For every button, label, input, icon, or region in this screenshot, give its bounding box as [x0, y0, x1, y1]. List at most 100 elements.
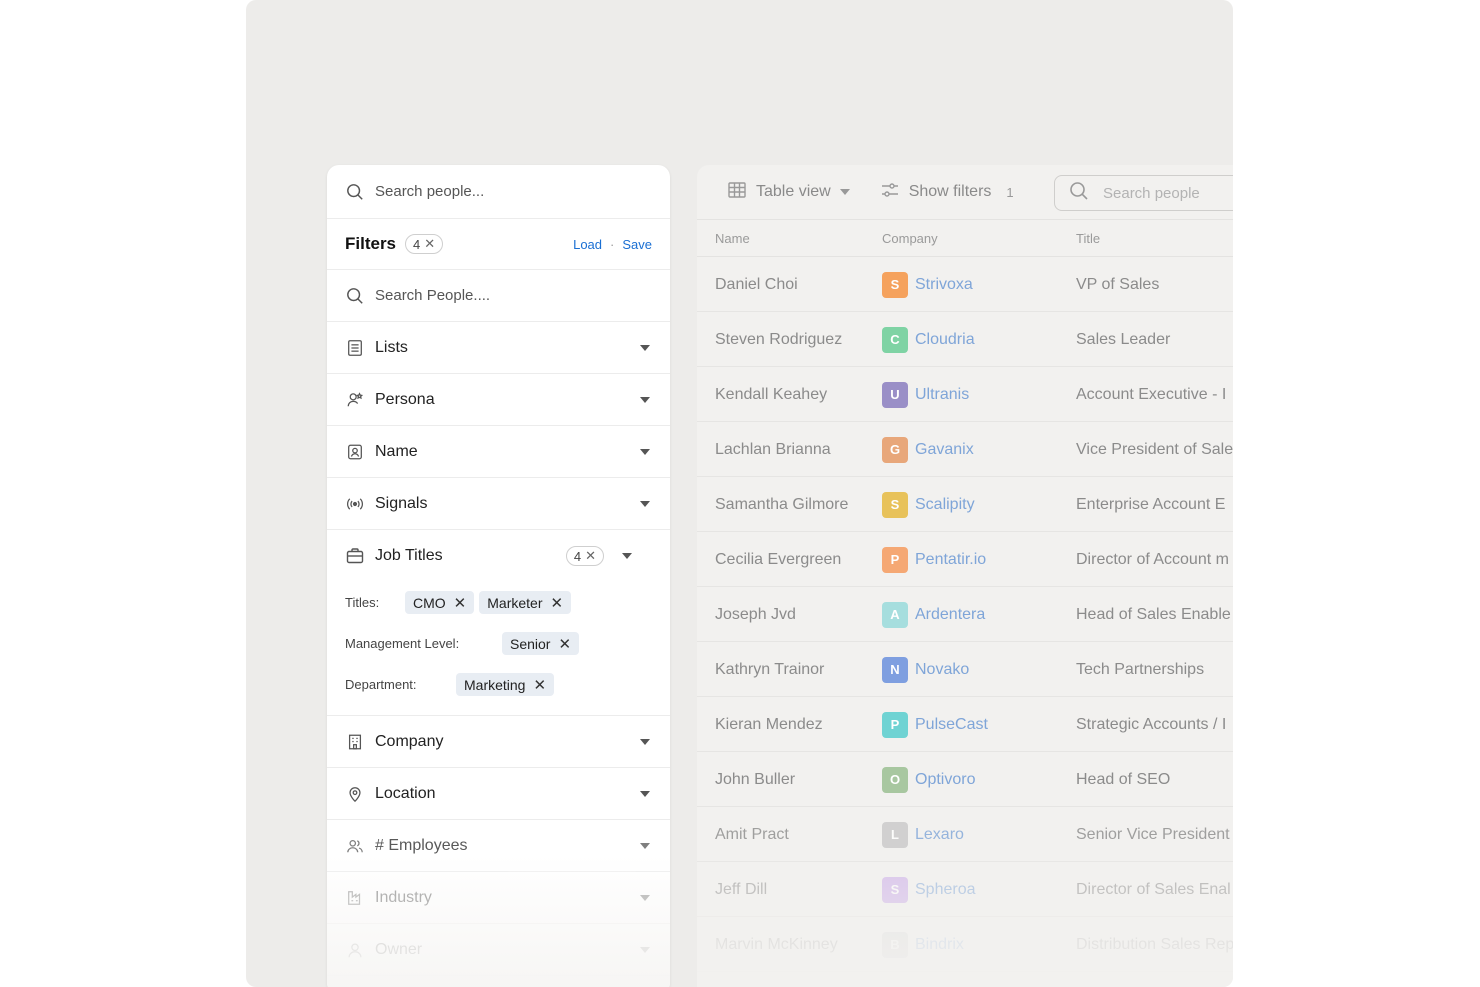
cell-company[interactable]: O Optivoro — [882, 752, 975, 807]
cell-name: Amit Pract — [715, 825, 789, 843]
filter-item-company[interactable]: Company — [327, 716, 670, 768]
table-row[interactable]: Steven Rodriguez C Cloudria Sales Leader — [697, 312, 1233, 367]
filter-item-label: Owner — [375, 940, 423, 958]
chevron-down-icon[interactable] — [640, 946, 650, 953]
table-row[interactable]: Marvin McKinney B Bindrix Distribution Sale… — [697, 917, 1233, 972]
cell-name: Steven Rodriguez — [715, 330, 843, 348]
clear-job-titles-icon[interactable]: ✕ — [585, 548, 596, 564]
column-header-company[interactable]: Company — [882, 231, 938, 246]
chevron-down-icon[interactable] — [640, 738, 650, 745]
chevron-down-icon[interactable] — [640, 894, 650, 901]
show-filters-button[interactable]: Show filters 1 — [880, 180, 1014, 205]
job-titles-count-pill[interactable]: 4 ✕ — [565, 546, 604, 566]
cell-company[interactable]: L Lexaro — [882, 807, 964, 862]
table-row[interactable]: Cecilia Evergreen P Pentatir.io Director of… — [697, 532, 1233, 587]
cell-company[interactable]: P Pentatir.io — [882, 532, 986, 587]
table-row[interactable]: Jeff Dill S Spheroa Director of Sales Enal — [697, 862, 1233, 917]
cell-company[interactable]: A Ardentera — [882, 587, 985, 642]
management-level-label: Management Level: — [345, 636, 460, 651]
company-link[interactable]: Bindrix — [915, 936, 964, 954]
save-link[interactable]: Save — [622, 237, 652, 252]
table-row[interactable]: Lachlan Brianna G Gavanix Vice President of… — [697, 422, 1233, 477]
tag-chip[interactable]: Senior ✕ — [502, 632, 580, 655]
filter-item-industry[interactable]: Industry — [327, 872, 670, 924]
filter-item-label: Name — [375, 442, 418, 460]
company-link[interactable]: Optivoro — [915, 771, 975, 789]
cell-company[interactable]: G Gavanix — [882, 422, 974, 477]
table-row[interactable]: Kieran Mendez P PulseCast Strategic Account… — [697, 697, 1233, 752]
cell-company[interactable]: B Bindrix — [882, 917, 964, 972]
remove-tag-icon[interactable]: ✕ — [454, 594, 467, 612]
filters-title: Filters — [345, 234, 397, 253]
company-link[interactable]: Gavanix — [915, 441, 974, 459]
cell-company[interactable]: P PulseCast — [882, 697, 988, 752]
tag-chip[interactable]: Marketer ✕ — [479, 591, 572, 614]
clear-filters-icon[interactable]: ✕ — [424, 236, 435, 252]
tag-chip[interactable]: Marketing ✕ — [456, 673, 555, 696]
remove-tag-icon[interactable]: ✕ — [533, 676, 546, 694]
company-link[interactable]: Novako — [915, 661, 969, 679]
cell-company[interactable]: S Scalipity — [882, 477, 975, 532]
filter-search-box[interactable]: Search People.... — [327, 270, 670, 322]
filters-count-pill[interactable]: 4 ✕ — [405, 234, 444, 254]
chevron-down-icon[interactable] — [640, 344, 650, 351]
table-row[interactable]: John Buller O Optivoro Head of SEO — [697, 752, 1233, 807]
filter-item-employees[interactable]: # Employees — [327, 820, 670, 872]
cell-title: Head of Sales Enable — [1076, 605, 1231, 623]
cell-company[interactable]: C Cloudria — [882, 312, 975, 367]
cell-company[interactable]: N Novako — [882, 642, 969, 697]
company-link[interactable]: Ultranis — [915, 386, 969, 404]
company-link[interactable]: Scalipity — [915, 496, 975, 514]
remove-tag-icon[interactable]: ✕ — [558, 635, 571, 653]
filter-item-signals[interactable]: Signals — [327, 478, 670, 530]
chevron-down-icon[interactable] — [640, 500, 650, 507]
company-logo-icon: P — [882, 546, 908, 573]
filter-item-location[interactable]: Location — [327, 768, 670, 820]
load-link[interactable]: Load — [573, 237, 602, 252]
table-icon — [727, 180, 747, 205]
cell-company[interactable]: S Spheroa — [882, 862, 976, 917]
chevron-down-icon[interactable] — [640, 842, 650, 849]
filter-item-persona[interactable]: Persona — [327, 374, 670, 426]
search-icon — [345, 286, 365, 306]
table-row[interactable]: Amit Pract L Lexaro Senior Vice President — [697, 807, 1233, 862]
company-link[interactable]: Spheroa — [915, 881, 976, 899]
cell-title: Director of Account m — [1076, 550, 1229, 568]
job-titles-header[interactable]: Job Titles 4 ✕ — [345, 530, 652, 582]
filter-item-job-titles: Job Titles 4 ✕ Titles: CMO ✕ Marketer ✕ Ma… — [327, 530, 670, 716]
company-logo-icon: P — [882, 711, 908, 738]
table-search-input[interactable]: Search people — [1054, 175, 1233, 211]
cell-company[interactable]: S Strivoxa — [882, 257, 973, 312]
chevron-down-icon[interactable] — [640, 448, 650, 455]
company-link[interactable]: Lexaro — [915, 826, 964, 844]
table-view-label: Table view — [756, 183, 831, 200]
table-view-button[interactable]: Table view — [727, 180, 850, 205]
filter-item-lists[interactable]: Lists — [327, 322, 670, 374]
filter-item-label: Persona — [375, 390, 435, 408]
chevron-down-icon[interactable] — [640, 396, 650, 403]
top-search-box[interactable]: Search people... — [327, 165, 670, 219]
tag-chip[interactable]: CMO ✕ — [405, 591, 475, 614]
table-row[interactable]: Kendall Keahey U Ultranis Account Executive… — [697, 367, 1233, 422]
table-row[interactable]: Kathryn Trainor N Novako Tech Partnerships — [697, 642, 1233, 697]
company-logo-icon: U — [882, 381, 908, 408]
company-link[interactable]: Pentatir.io — [915, 551, 986, 569]
company-link[interactable]: Cloudria — [915, 331, 975, 349]
cell-company[interactable]: U Ultranis — [882, 367, 969, 422]
chevron-down-icon[interactable] — [622, 553, 632, 559]
table-row[interactable]: Daniel Choi S Strivoxa VP of Sales — [697, 257, 1233, 312]
sliders-icon — [880, 180, 900, 205]
column-header-title[interactable]: Title — [1076, 231, 1100, 246]
company-link[interactable]: Strivoxa — [915, 276, 973, 294]
chevron-down-icon[interactable] — [640, 790, 650, 797]
top-search-placeholder[interactable]: Search people... — [375, 183, 484, 200]
filter-item-name[interactable]: Name — [327, 426, 670, 478]
remove-tag-icon[interactable]: ✕ — [550, 594, 563, 612]
filter-search-placeholder[interactable]: Search People.... — [375, 287, 490, 304]
company-link[interactable]: Ardentera — [915, 606, 985, 624]
column-header-name[interactable]: Name — [715, 231, 750, 246]
table-row[interactable]: Samantha Gilmore S Scalipity Enterprise Acc… — [697, 477, 1233, 532]
filter-item-owner[interactable]: Owner — [327, 924, 670, 976]
table-row[interactable]: Joseph Jvd A Ardentera Head of Sales Enable — [697, 587, 1233, 642]
company-link[interactable]: PulseCast — [915, 716, 988, 734]
